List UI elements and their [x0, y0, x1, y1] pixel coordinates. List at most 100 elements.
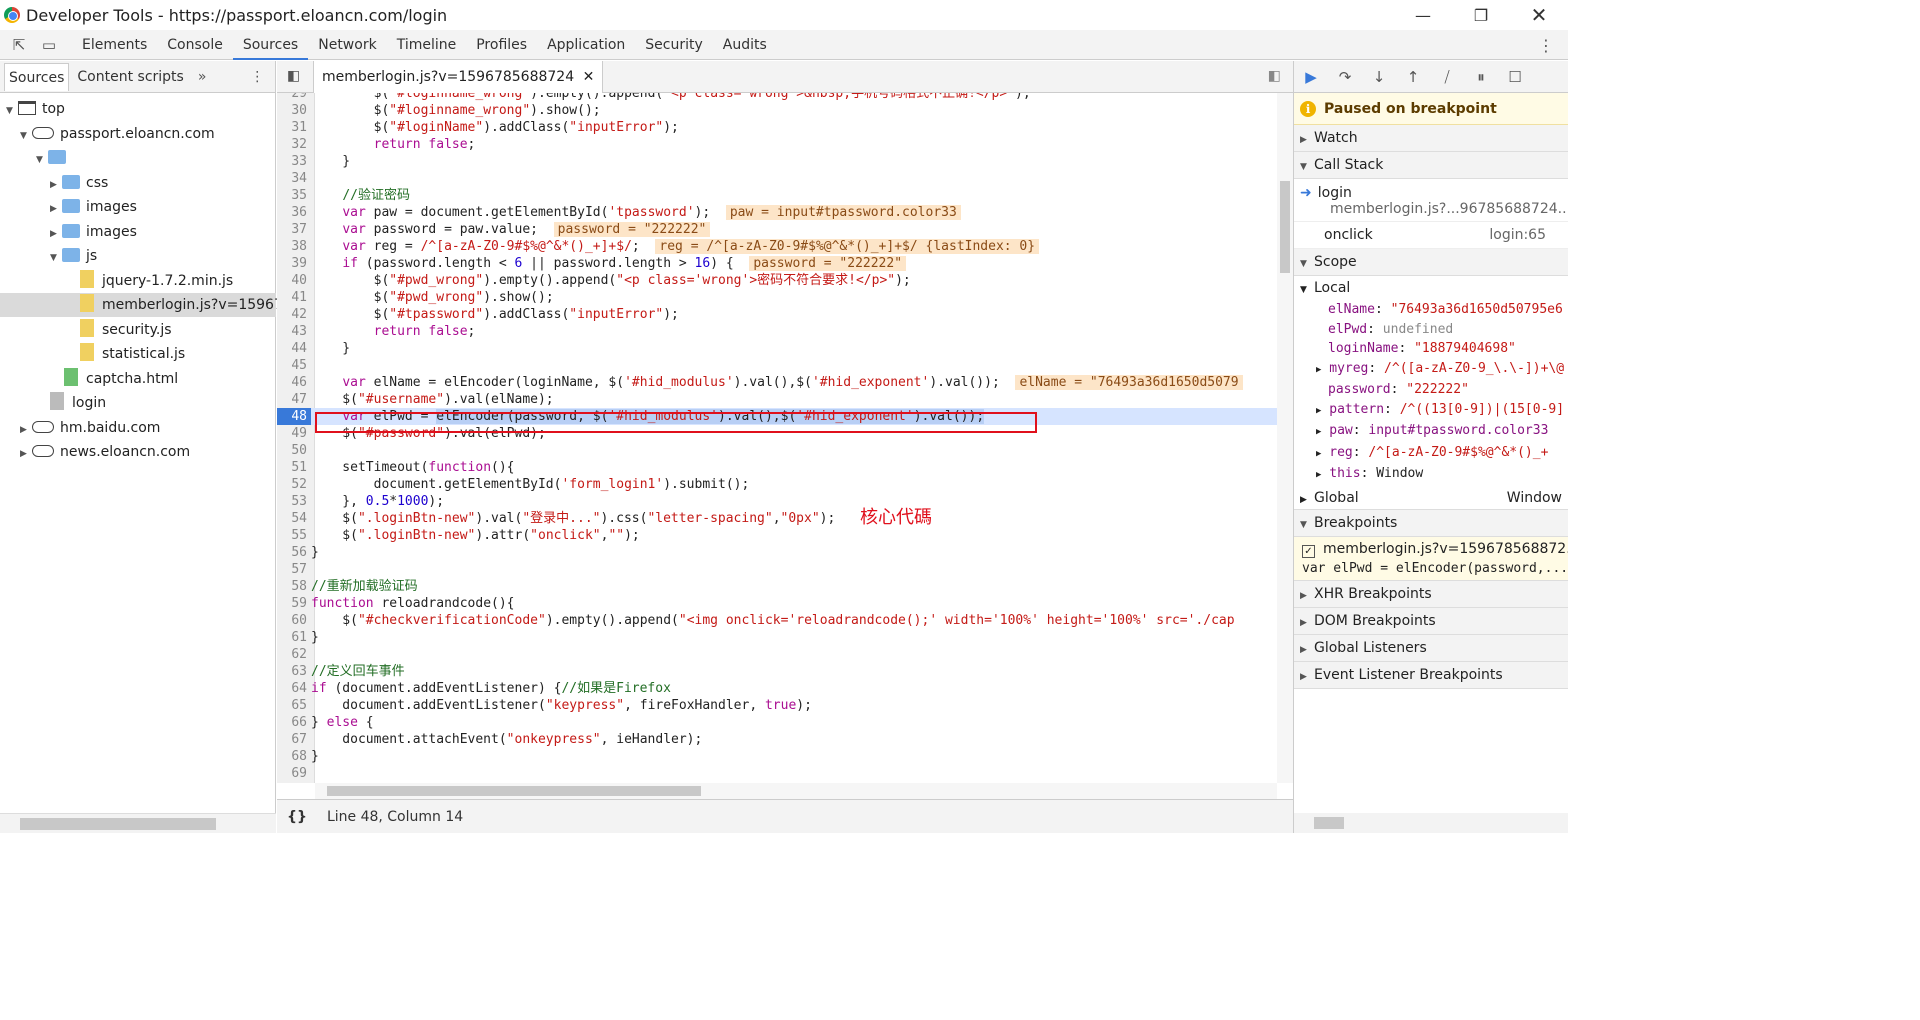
breakpoint-item[interactable]: ✓ memberlogin.js?v=159678568872... var el… [1294, 536, 1568, 581]
resume-icon[interactable]: ▶ [1294, 68, 1328, 86]
tab-profiles[interactable]: Profiles [466, 30, 537, 60]
section-breakpoints[interactable]: ▼ Breakpoints [1294, 509, 1568, 537]
chrome-icon [4, 7, 20, 23]
code-line: 39 if (password.length < 6 || password.l… [277, 255, 1277, 272]
devtools-toolbar: ⇱ ▭ Elements Console Sources Network Tim… [0, 30, 1568, 60]
more-options-icon[interactable]: ⋮ [1538, 36, 1554, 55]
highlight-box [315, 412, 1037, 433]
panel-tabs: Elements Console Sources Network Timelin… [72, 30, 777, 60]
tab-timeline[interactable]: Timeline [387, 30, 467, 60]
navigator-scrollbar[interactable] [0, 813, 276, 833]
code-line: 66} else { [291, 715, 374, 730]
call-frame-onclick[interactable]: onclick login:65 [1294, 222, 1568, 249]
tree-item-login[interactable]: login [0, 391, 276, 415]
tab-network[interactable]: Network [308, 30, 386, 60]
paused-banner: ℹ Paused on breakpoint [1294, 93, 1568, 125]
maximize-button[interactable]: ❐ [1452, 0, 1510, 30]
navigator-menu-icon[interactable]: ⋮ [250, 69, 264, 85]
code-line: 46 var elName = elEncoder(loginName, $('… [277, 374, 1277, 391]
toggle-debugger-icon[interactable]: ◧ [1268, 68, 1281, 84]
code-line: 58//重新加载验证码 [291, 579, 418, 594]
section-call-stack[interactable]: ▼ Call Stack [1294, 152, 1568, 179]
tree-item-images[interactable]: ▶ images [0, 195, 276, 219]
folder-icon [48, 150, 66, 164]
section-global-listeners[interactable]: ▶ Global Listeners [1294, 634, 1568, 662]
pause-exceptions-icon[interactable]: ⏸ [1464, 68, 1498, 86]
tree-item-baidu[interactable]: ▶ hm.baidu.com [0, 416, 276, 440]
scope-global[interactable]: ▶ Global Window [1294, 486, 1568, 510]
inspect-element-icon[interactable]: ⇱ [4, 30, 34, 60]
scope-local[interactable]: ▼ Local [1294, 276, 1568, 300]
debugger-sidebar: ▶ ↷ ↓ ↑ ⧸ ⏸ ☐ ℹ Paused on breakpoint ▶ Wa… [1293, 61, 1568, 833]
code-line: 56} [291, 545, 319, 560]
folder-icon [62, 175, 80, 189]
code-line: 33 } [291, 154, 351, 169]
tree-item-css[interactable]: ▶ css [0, 171, 276, 195]
async-checkbox[interactable]: ☐ [1498, 68, 1532, 86]
close-button[interactable]: ✕ [1510, 0, 1568, 30]
breakpoint-checkbox[interactable]: ✓ [1302, 544, 1315, 558]
file-tab[interactable]: memberlogin.js?v=1596785688724 ✕ [313, 60, 604, 93]
tree-item-jquery[interactable]: jquery-1.7.2.min.js [0, 269, 276, 293]
device-toggle-icon[interactable]: ▭ [34, 30, 64, 60]
code-editor[interactable]: 29 $("#loginname_wrong").empty().append(… [277, 93, 1277, 783]
scroll-thumb[interactable] [20, 818, 216, 830]
tree-item-news[interactable]: ▶ news.eloancn.com [0, 440, 276, 464]
code-line: 67 document.attachEvent("onkeypress", ie… [291, 732, 703, 747]
tree-item-security[interactable]: security.js [0, 318, 276, 342]
tab-application[interactable]: Application [537, 30, 635, 60]
section-event-listener-breakpoints[interactable]: ▶ Event Listener Breakpoints [1294, 661, 1568, 689]
section-xhr-breakpoints[interactable]: ▶ XHR Breakpoints [1294, 580, 1568, 608]
tree-item-memberlogin[interactable]: memberlogin.js?v=159678 [0, 293, 292, 317]
code-line: 42 $("#tpassword").addClass("inputError"… [291, 307, 679, 322]
sidebar-scrollbar[interactable] [1294, 813, 1568, 833]
scroll-thumb[interactable] [327, 786, 701, 796]
code-line: 44 } [291, 341, 351, 356]
tab-sources-nav[interactable]: Sources [4, 62, 70, 91]
editor-vertical-scrollbar[interactable] [1277, 93, 1293, 783]
editor-pane: ◧ memberlogin.js?v=1596785688724 ✕ ◧ 29 … [277, 60, 1293, 833]
call-frame-login[interactable]: ➜ login memberlogin.js?...96785688724... [1294, 179, 1568, 222]
tree-item-js[interactable]: ▼ js [0, 244, 276, 268]
cursor-position: Line 48, Column 14 [326, 808, 464, 825]
minimize-button[interactable]: — [1394, 0, 1452, 30]
code-line: 50 [291, 443, 307, 458]
cloud-icon [32, 445, 54, 457]
tree-item-top[interactable]: ▼ top [0, 97, 276, 121]
tab-security[interactable]: Security [635, 30, 713, 60]
section-dom-breakpoints[interactable]: ▶ DOM Breakpoints [1294, 607, 1568, 635]
toggle-navigator-icon[interactable]: ◧ [287, 68, 300, 84]
tab-console[interactable]: Console [157, 30, 233, 60]
close-tab-icon[interactable]: ✕ [583, 69, 595, 85]
cloud-icon [32, 421, 54, 433]
scroll-thumb[interactable] [1280, 181, 1290, 273]
tab-sources[interactable]: Sources [232, 30, 309, 60]
editor-status-bar: {} Line 48, Column 14 [277, 799, 1293, 833]
section-scope[interactable]: ▼ Scope [1294, 249, 1568, 276]
pretty-print-icon[interactable]: {} [287, 809, 307, 825]
more-tabs-icon[interactable]: » [198, 69, 207, 85]
tree-item-captcha[interactable]: captcha.html [0, 367, 276, 391]
code-line: 63//定义回车事件 [291, 664, 405, 679]
html-file-icon [64, 368, 78, 386]
section-watch[interactable]: ▶ Watch [1294, 125, 1568, 152]
tree-item-statistical[interactable]: statistical.js [0, 342, 276, 366]
window-title: Developer Tools - https://passport.eloan… [26, 5, 448, 25]
step-out-icon[interactable]: ↑ [1396, 68, 1430, 86]
tree-item-images-2[interactable]: ▶ images [0, 220, 276, 244]
document-file-icon [50, 392, 64, 410]
editor-horizontal-scrollbar[interactable] [315, 783, 1277, 799]
step-into-icon[interactable]: ↓ [1362, 68, 1396, 86]
tree-item-root-folder[interactable]: ▼ [0, 146, 276, 170]
tree-item-domain[interactable]: ▼ passport.eloancn.com [0, 122, 276, 146]
step-over-icon[interactable]: ↷ [1328, 68, 1362, 86]
deactivate-breakpoints-icon[interactable]: ⧸ [1430, 68, 1464, 86]
js-file-icon [80, 270, 94, 288]
code-line: 45 [291, 358, 307, 373]
code-line: 34 [291, 171, 307, 186]
folder-icon [62, 199, 80, 213]
scroll-thumb[interactable] [1314, 817, 1344, 829]
tab-audits[interactable]: Audits [713, 30, 777, 60]
tab-elements[interactable]: Elements [72, 30, 157, 60]
tab-content-scripts[interactable]: Content scripts [73, 63, 187, 91]
